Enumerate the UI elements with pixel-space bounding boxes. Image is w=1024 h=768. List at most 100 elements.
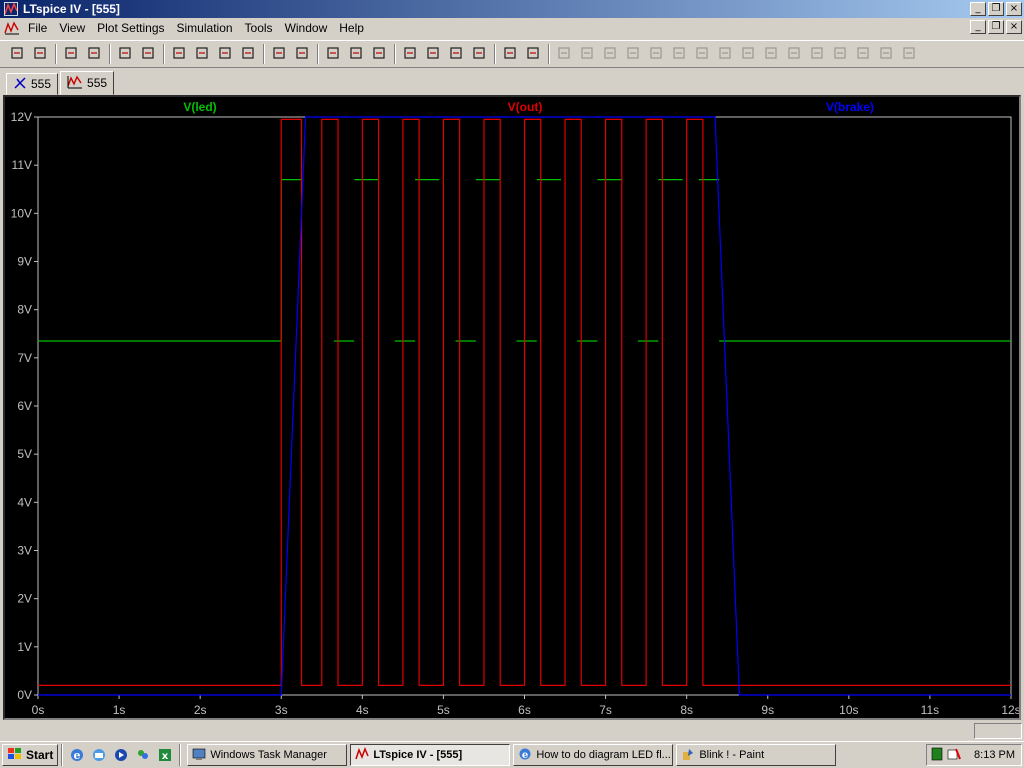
print-setup-icon <box>502 45 518 64</box>
y-tick-label: 0V <box>17 688 32 702</box>
x-tick-label: 2s <box>194 703 207 717</box>
menu-plot-settings[interactable]: Plot Settings <box>91 18 170 38</box>
y-tick-label: 8V <box>17 303 32 317</box>
internet-explorer-icon[interactable]: e <box>66 744 88 766</box>
paste-button[interactable] <box>445 43 467 65</box>
messenger-icon[interactable] <box>132 744 154 766</box>
mirror-button[interactable] <box>852 43 874 65</box>
start-button[interactable]: Start <box>2 744 59 766</box>
control-panel-icon <box>86 45 102 64</box>
cancel-zoom-button[interactable] <box>237 43 259 65</box>
new-schematic-button[interactable] <box>6 43 28 65</box>
spreadsheet-icon[interactable]: x <box>154 744 176 766</box>
y-tick-label: 1V <box>17 640 32 654</box>
mdi-close-button[interactable]: × <box>1006 20 1022 34</box>
mdi-minimize-button[interactable]: _ <box>970 20 986 34</box>
y-tick-label: 4V <box>17 495 32 509</box>
menu-tools[interactable]: Tools <box>239 18 279 38</box>
media-player-icon[interactable] <box>110 744 132 766</box>
inductor-icon <box>671 45 687 64</box>
menu-window[interactable]: Window <box>279 18 334 38</box>
inductor-button[interactable] <box>668 43 690 65</box>
outlook-express-icon[interactable] <box>88 744 110 766</box>
close-button[interactable]: × <box>1006 2 1022 16</box>
control-panel-button[interactable] <box>83 43 105 65</box>
task-ie-diagram[interactable]: e How to do diagram LED fl... <box>513 744 674 766</box>
paint-icon <box>681 747 695 764</box>
task-manager-icon <box>192 747 206 764</box>
task-windows-task-manager[interactable]: Windows Task Manager <box>187 744 348 766</box>
redo-button[interactable] <box>806 43 828 65</box>
text-button[interactable] <box>875 43 897 65</box>
x-tick-label: 5s <box>437 703 450 717</box>
tile-horizontal-button[interactable] <box>322 43 344 65</box>
task-ltspice[interactable]: LTspice IV - [555] <box>350 744 511 766</box>
rotate-button[interactable] <box>829 43 851 65</box>
text-icon <box>878 45 894 64</box>
tile-vertical-button[interactable] <box>368 43 390 65</box>
copy-button[interactable] <box>422 43 444 65</box>
minimize-button[interactable]: _ <box>970 2 986 16</box>
tile-horizontal-icon <box>325 45 341 64</box>
run-button[interactable] <box>114 43 136 65</box>
cut-button[interactable] <box>399 43 421 65</box>
print-button[interactable] <box>522 43 544 65</box>
x-tick-label: 11s <box>921 703 939 717</box>
waveform-plot-pane[interactable]: 0V 1V 2V 3V 4V 5V 6V 7V 8V 9V 10V 11V 12V 0s 1s 2s 3s 4s 5… <box>3 95 1021 720</box>
zoom-in-icon <box>171 45 187 64</box>
autorange-icon <box>271 45 287 64</box>
x-tick-label: 0s <box>32 703 45 717</box>
halt-button[interactable] <box>137 43 159 65</box>
network-icon[interactable] <box>931 747 943 764</box>
menu-simulation[interactable]: Simulation <box>171 18 239 38</box>
tile-vertical-icon <box>371 45 387 64</box>
status-bar <box>0 721 1024 741</box>
toolbar-separator <box>263 44 265 64</box>
label-button[interactable] <box>599 43 621 65</box>
waveform-icon <box>67 75 83 92</box>
capacitor-button[interactable] <box>645 43 667 65</box>
open-button[interactable] <box>29 43 51 65</box>
legend-entry: V(out) <box>508 100 543 114</box>
tab-label: 555 <box>87 76 108 90</box>
x-tick-label: 12s <box>1001 703 1019 717</box>
x-tick-label: 10s <box>839 703 858 717</box>
zoom-area-button[interactable] <box>191 43 213 65</box>
security-alert-icon[interactable] <box>947 747 961 764</box>
diode-button[interactable] <box>691 43 713 65</box>
zoom-in-button[interactable] <box>168 43 190 65</box>
mdi-waveform-icon[interactable] <box>4 20 22 36</box>
cascade-button[interactable] <box>345 43 367 65</box>
autorange-button[interactable] <box>268 43 290 65</box>
ground-button[interactable] <box>576 43 598 65</box>
undo-button[interactable] <box>783 43 805 65</box>
save-button[interactable] <box>60 43 82 65</box>
print-setup-button[interactable] <box>499 43 521 65</box>
x-tick-label: 4s <box>356 703 369 717</box>
move-button[interactable] <box>737 43 759 65</box>
fit-button[interactable] <box>291 43 313 65</box>
x-tick-label: 1s <box>113 703 126 717</box>
component-button[interactable] <box>714 43 736 65</box>
menu-help[interactable]: Help <box>333 18 370 38</box>
ltspice-app-icon[interactable] <box>3 1 19 17</box>
menu-file[interactable]: File <box>22 18 53 38</box>
x-tick-label: 6s <box>518 703 531 717</box>
spice-directive-button[interactable] <box>898 43 920 65</box>
wire-button[interactable] <box>553 43 575 65</box>
task-label: LTspice IV - [555] <box>373 749 463 761</box>
clock[interactable]: 8:13 PM <box>974 749 1015 761</box>
tab-schematic-555[interactable]: 555 <box>6 73 59 95</box>
menu-view[interactable]: View <box>53 18 91 38</box>
tab-label: 555 <box>31 77 52 91</box>
mdi-restore-button[interactable]: ❐ <box>988 20 1004 34</box>
resistor-button[interactable] <box>622 43 644 65</box>
zoom-out-button[interactable] <box>214 43 236 65</box>
find-button[interactable] <box>468 43 490 65</box>
tab-waveform-555[interactable]: 555 <box>60 71 115 95</box>
cut-icon <box>402 45 418 64</box>
title-bar: LTspice IV - [555] _ ❐ × <box>0 0 1024 18</box>
restore-button[interactable]: ❐ <box>988 2 1004 16</box>
task-paint[interactable]: Blink ! - Paint <box>676 744 837 766</box>
drag-button[interactable] <box>760 43 782 65</box>
